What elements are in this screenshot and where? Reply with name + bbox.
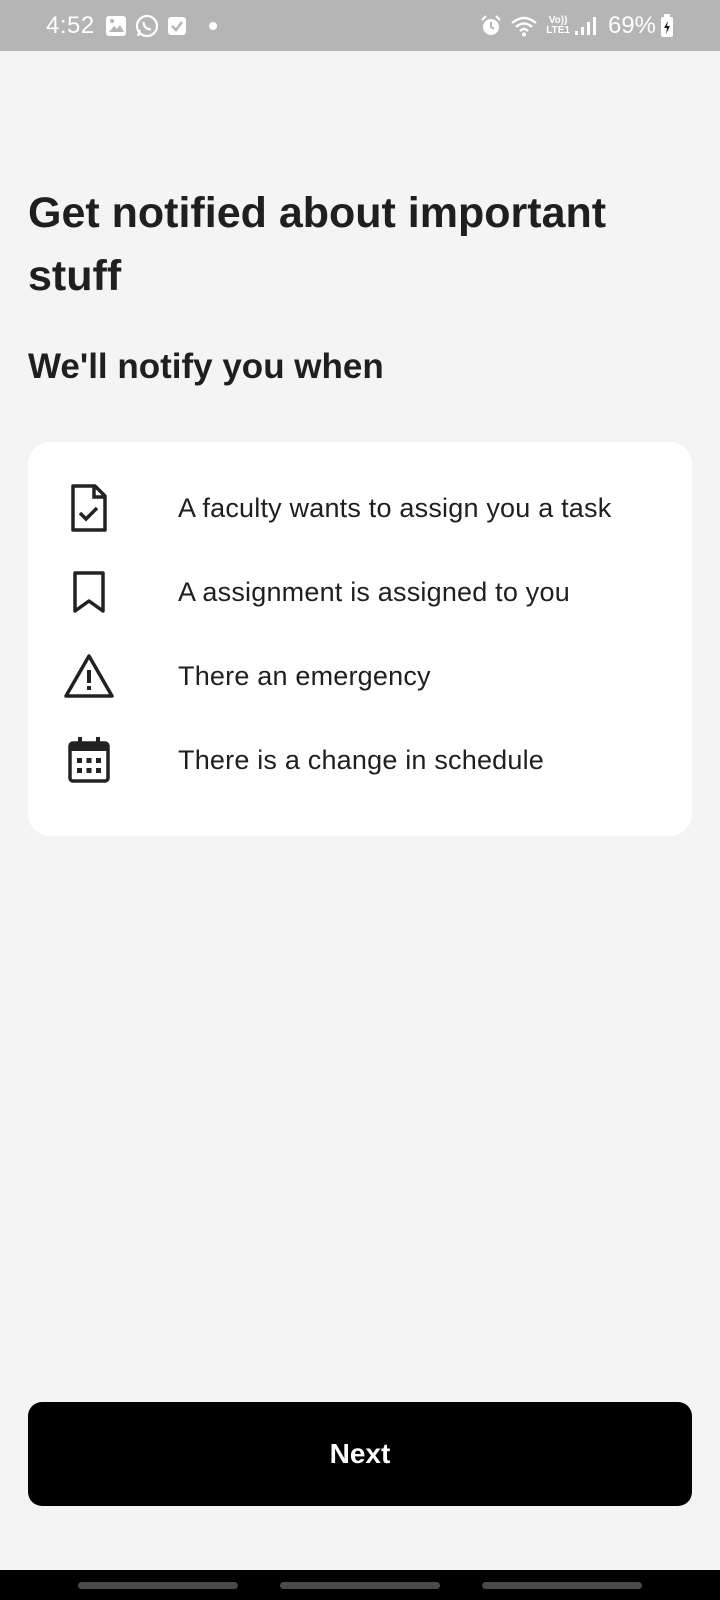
section-subtitle: We'll notify you when — [28, 347, 384, 386]
volte-label: Vo)) — [548, 14, 568, 26]
list-item: There an emergency — [28, 634, 692, 718]
nav-back-handle[interactable] — [482, 1581, 642, 1589]
lte-label: LTE1 — [546, 24, 570, 36]
whatsapp-icon — [135, 14, 159, 38]
warning-icon — [62, 649, 116, 703]
system-navigation-bar — [0, 1570, 720, 1600]
list-item-label: A assignment is assigned to you — [178, 576, 570, 607]
status-bar-right: Vo)) LTE1 69% — [480, 12, 674, 40]
gallery-icon — [105, 15, 127, 37]
notification-reasons-card: A faculty wants to assign you a task A a… — [28, 442, 692, 836]
alarm-icon — [480, 14, 502, 37]
battery-icon — [660, 13, 674, 38]
list-item-label: There an emergency — [178, 660, 431, 691]
dot-icon — [208, 21, 217, 30]
list-item-label: There is a change in schedule — [178, 744, 545, 775]
calendar-icon — [62, 733, 116, 787]
status-bar-left: 4:52 — [46, 12, 225, 40]
check-notification-icon — [167, 16, 187, 36]
nav-home-handle[interactable] — [280, 1581, 440, 1589]
status-bar: 4:52 Vo)) LTE1 69% — [0, 0, 720, 51]
bookmark-icon — [62, 565, 116, 619]
list-item: A assignment is assigned to you — [28, 550, 692, 634]
signal-icon — [574, 16, 596, 36]
network-type-label: Vo)) LTE1 — [546, 14, 570, 36]
wifi-icon — [510, 15, 538, 37]
list-item: A faculty wants to assign you a task — [28, 466, 692, 550]
document-check-icon — [62, 481, 116, 535]
nav-recents-handle[interactable] — [78, 1581, 238, 1589]
list-item-label: A faculty wants to assign you a task — [178, 492, 612, 523]
status-time: 4:52 — [46, 11, 95, 39]
page-title: Get notified about important stuff — [28, 189, 607, 300]
next-button[interactable]: Next — [28, 1402, 692, 1506]
list-item: There is a change in schedule — [28, 718, 692, 802]
battery-percentage: 69% — [607, 11, 656, 39]
